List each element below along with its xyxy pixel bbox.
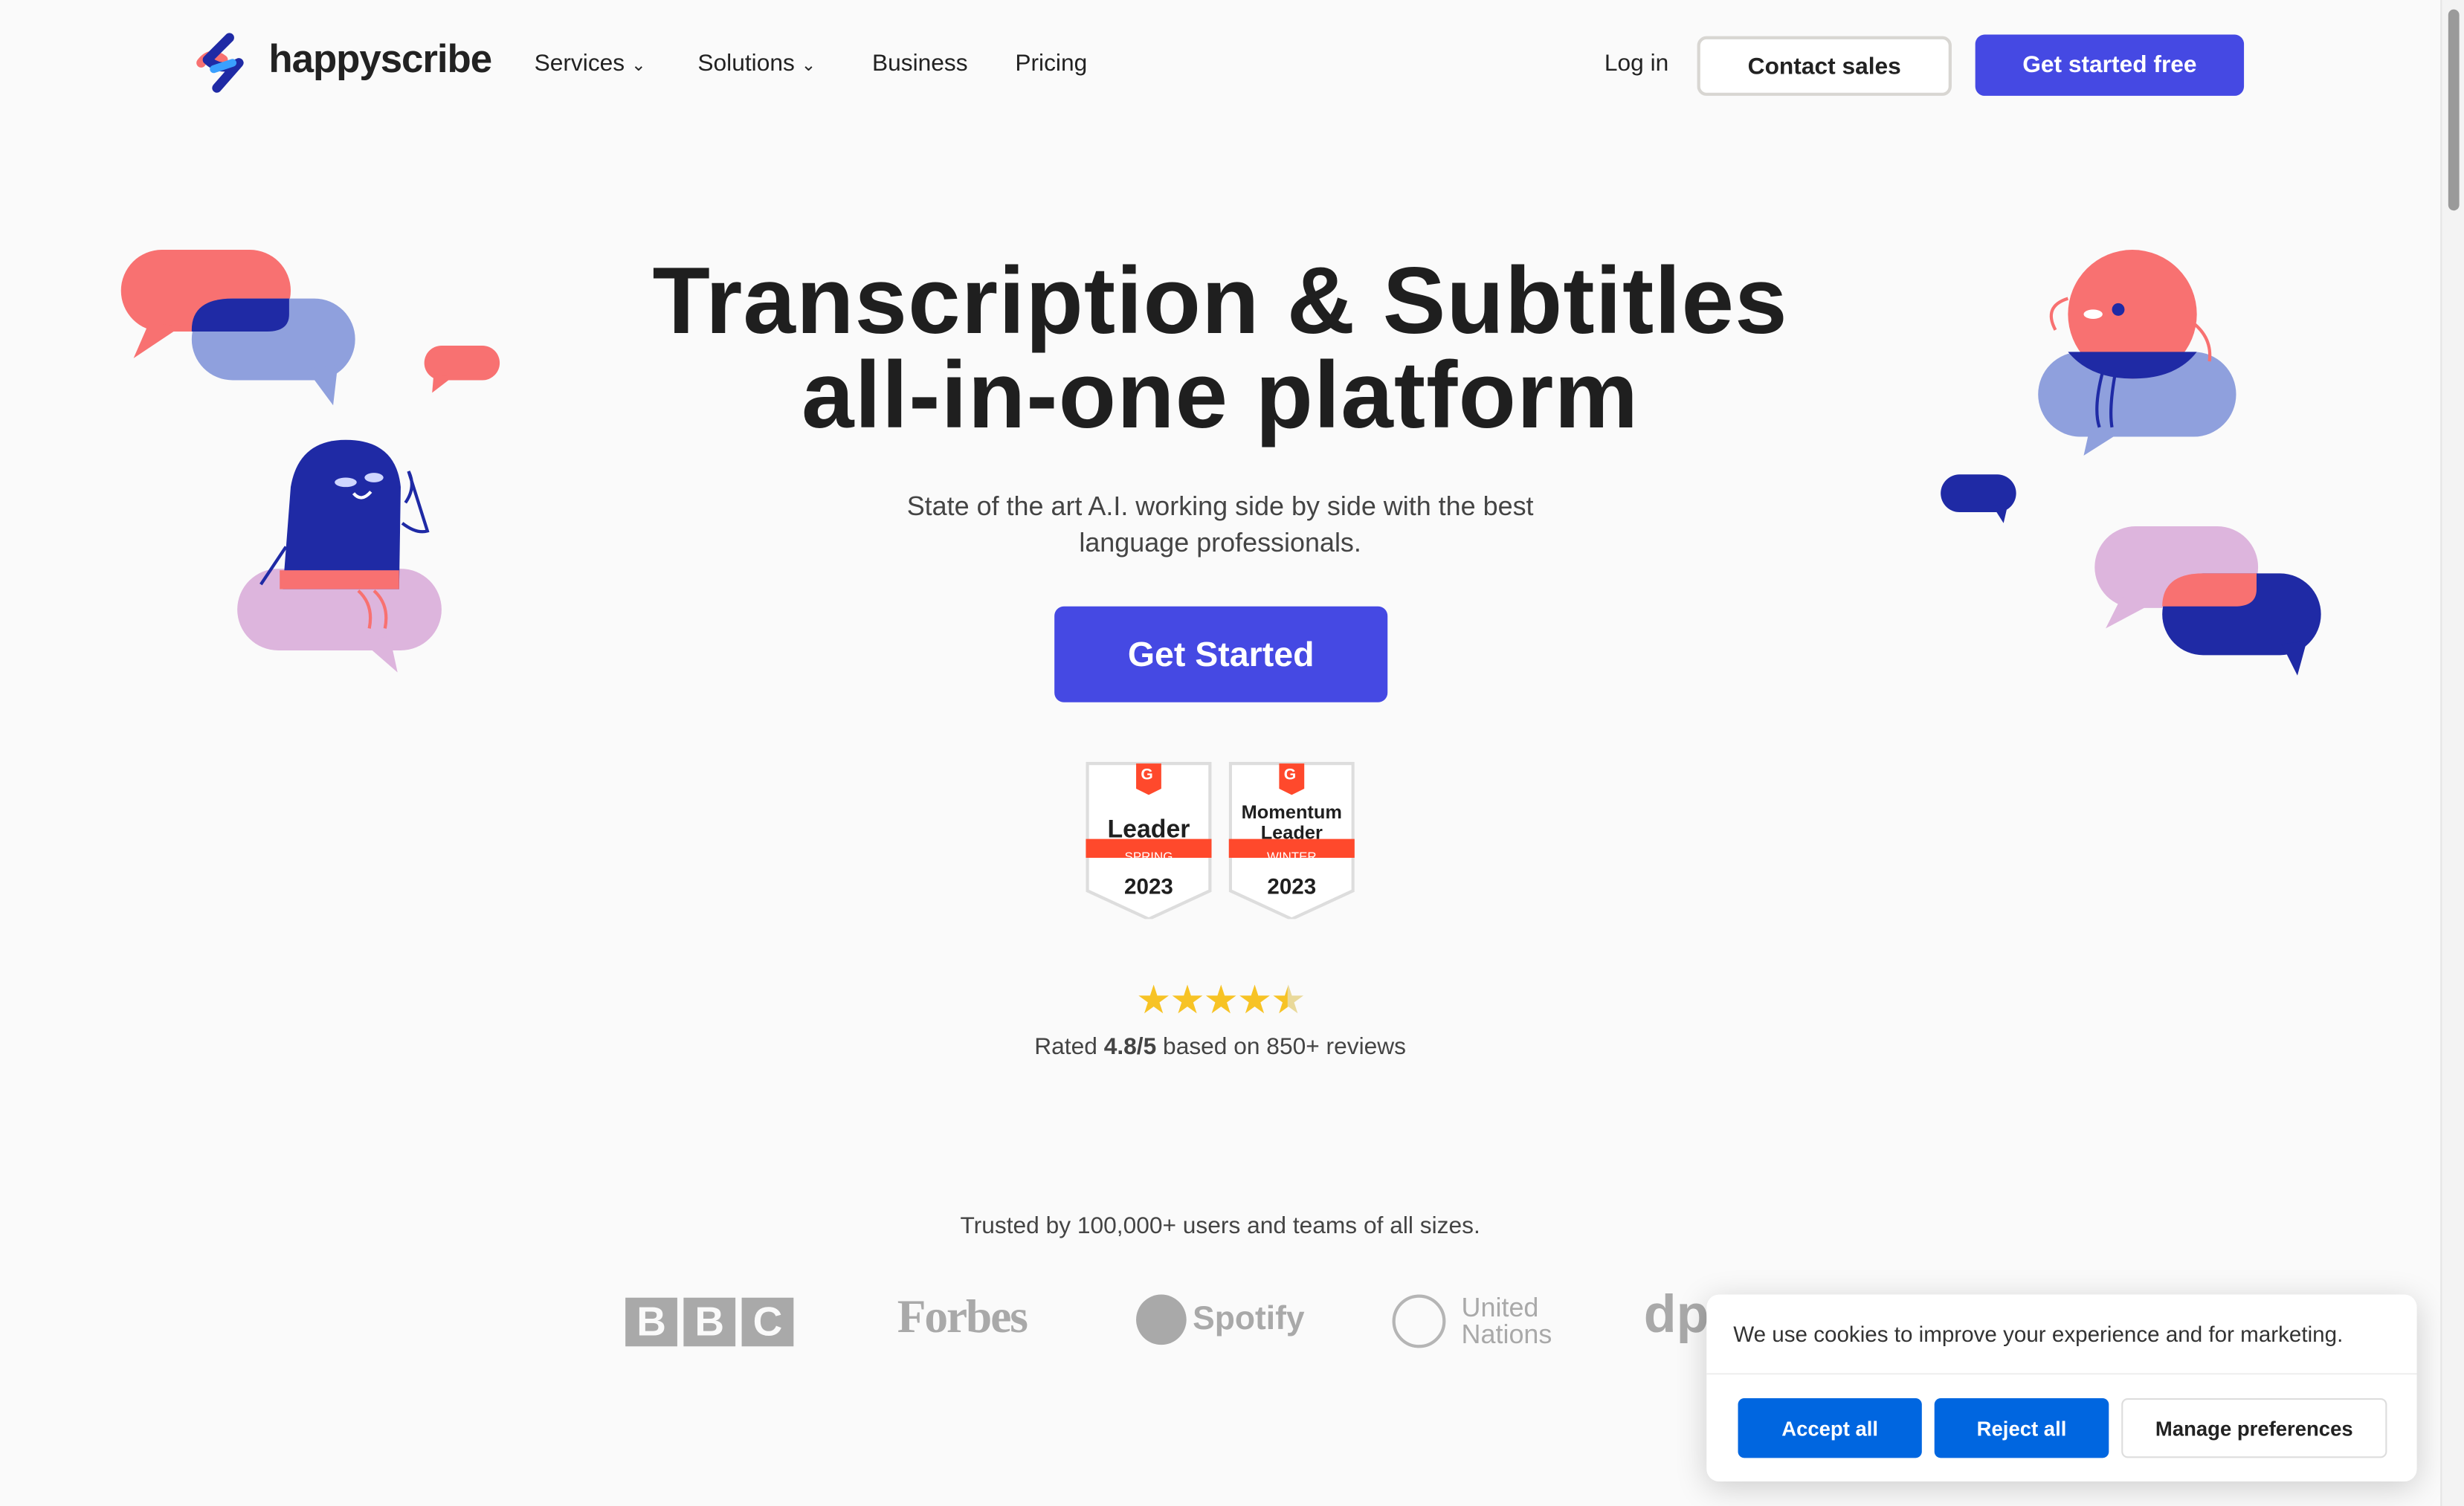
star-icon: ★ <box>1236 978 1272 1023</box>
scrollbar-thumb[interactable] <box>2448 9 2460 211</box>
un-emblem-icon <box>1392 1294 1446 1348</box>
login-link[interactable]: Log in <box>1604 51 1668 77</box>
brand-name: happyscribe <box>268 37 492 82</box>
star-rating: ★★★★★ <box>0 977 2440 1024</box>
nav-services[interactable]: Services ⌄ <box>535 51 646 77</box>
star-icon: ★ <box>1135 978 1171 1023</box>
star-icon: ★ <box>1203 978 1238 1023</box>
hero-subtitle-line1: State of the art A.I. working side by si… <box>906 491 1534 522</box>
g2-icon: G <box>1141 766 1153 784</box>
contact-sales-button[interactable]: Contact sales <box>1697 36 1952 96</box>
get-started-button[interactable]: Get Started <box>1054 606 1388 702</box>
chevron-down-icon: ⌄ <box>801 56 816 76</box>
page: happyscribe Services ⌄ Solutions ⌄ Busin… <box>0 0 2464 1506</box>
chevron-down-icon: ⌄ <box>630 56 646 76</box>
rating-text: Rated 4.8/5 based on 850+ reviews <box>1034 1033 1406 1061</box>
reject-all-button[interactable]: Reject all <box>1934 1398 2109 1458</box>
hero-title-line1: Transcription & Subtitles <box>652 248 1788 354</box>
cookie-message: We use cookies to improve your experienc… <box>1733 1321 2344 1347</box>
nav-pricing[interactable]: Pricing <box>1015 51 1087 77</box>
hero-title-line2: all-in-one platform <box>802 342 1639 448</box>
cookie-banner: We use cookies to improve your experienc… <box>1706 1294 2417 1482</box>
trusted-text: Trusted by 100,000+ users and teams of a… <box>960 1212 1480 1240</box>
manage-preferences-button[interactable]: Manage preferences <box>2121 1398 2387 1458</box>
g2-icon: G <box>1283 766 1297 784</box>
logo-dp: dp <box>1643 1284 1709 1345</box>
star-icon: ★ <box>1170 978 1204 1023</box>
accept-all-button[interactable]: Accept all <box>1738 1398 1922 1458</box>
get-started-free-button[interactable]: Get started free <box>1975 34 2245 96</box>
nav-business[interactable]: Business <box>872 51 968 77</box>
logo-bbc: B B C <box>625 1297 794 1347</box>
scrollbar[interactable] <box>2440 0 2464 1506</box>
g2-badge-momentum-leader: G Momentum Leader WINTER 2023 <box>1228 762 1355 920</box>
logo-spotify: Spotify <box>1136 1294 1305 1345</box>
spotify-icon <box>1136 1294 1187 1345</box>
divider <box>1706 1373 2417 1375</box>
logo-forbes: Forbes <box>897 1291 1028 1344</box>
logo[interactable]: happyscribe <box>195 31 494 97</box>
g2-badge-leader: G Leader SPRING 2023 <box>1086 762 1212 920</box>
hero-subtitle-line2: language professionals. <box>1079 528 1361 558</box>
happyscribe-logo-icon <box>196 33 244 93</box>
half-star-icon: ★ <box>1271 978 1306 1023</box>
nav-solutions[interactable]: Solutions ⌄ <box>697 51 816 77</box>
